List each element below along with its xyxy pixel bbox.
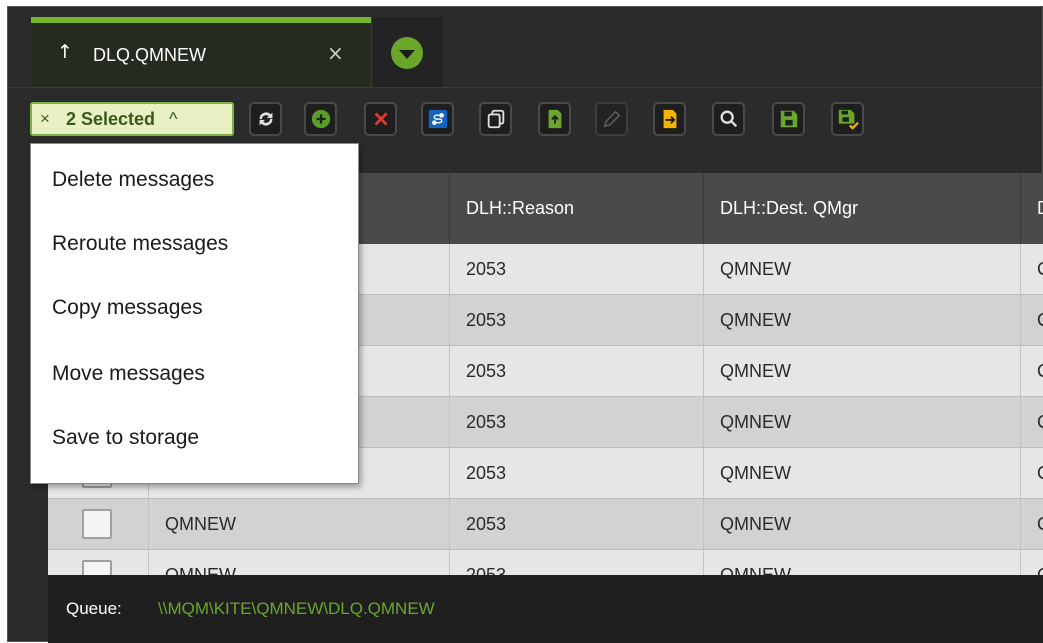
save-all-icon	[838, 109, 859, 130]
save-icon	[780, 110, 797, 128]
table-row[interactable]: QMNEW 2053 QMNEW C	[48, 550, 1043, 575]
menu-item-save-to-storage[interactable]: Save to storage	[31, 408, 358, 468]
cell-reason: 2053	[449, 550, 703, 575]
reroute-button[interactable]	[421, 102, 454, 136]
cell-dest: QMNEW	[703, 346, 1020, 396]
queue-label: Queue:	[66, 599, 122, 618]
chevron-down-icon	[391, 37, 423, 69]
export-icon	[548, 109, 561, 129]
cell-dest: QMNEW	[703, 448, 1020, 498]
refresh-button[interactable]	[249, 102, 282, 136]
row-checkbox[interactable]	[82, 560, 112, 575]
cell-dest: QMNEW	[703, 550, 1020, 575]
delete-icon	[374, 112, 387, 126]
tab-menu-button[interactable]	[371, 17, 443, 87]
copy-button[interactable]	[479, 102, 512, 136]
cell-reason: 2053	[449, 499, 703, 549]
cell-next: C	[1020, 244, 1043, 294]
cell-next: C	[1020, 397, 1043, 447]
status-footer: Queue: \\MQM\KITE\QMNEW\DLQ.QMNEW	[48, 575, 1043, 643]
cell-next: C	[1020, 550, 1043, 575]
save-all-button[interactable]	[831, 102, 864, 136]
edit-icon	[603, 110, 620, 128]
cell-next: C	[1020, 499, 1043, 549]
up-arrow-icon: ↑	[57, 41, 73, 63]
cell-next: C	[1020, 448, 1043, 498]
selection-button[interactable]: × 2 Selected ^	[30, 102, 234, 136]
header-next[interactable]: D	[1020, 173, 1043, 244]
selection-label: 2 Selected	[65, 108, 155, 129]
app-window: ↑ DLQ.QMNEW × × 2 Selected ^ DLH::Reason…	[7, 6, 1043, 643]
queue-path: \\MQM\KITE\QMNEW\DLQ.QMNEW	[158, 599, 435, 618]
add-button[interactable]	[304, 102, 337, 136]
cell-reason: 2053	[449, 397, 703, 447]
selection-menu: Delete messages Reroute messages Copy me…	[30, 143, 359, 484]
cell-reason: 2053	[449, 244, 703, 294]
tab-bar: ↑ DLQ.QMNEW ×	[8, 7, 1042, 87]
header-dlh-reason[interactable]: DLH::Reason	[449, 173, 703, 244]
cell-dest: QMNEW	[703, 295, 1020, 345]
cell-next: C	[1020, 346, 1043, 396]
save-button[interactable]	[772, 102, 805, 136]
clear-selection-icon[interactable]: ×	[40, 109, 50, 129]
export-button[interactable]	[538, 102, 571, 136]
cell-reason: 2053	[449, 346, 703, 396]
cell-dest: QMNEW	[703, 499, 1020, 549]
search-button[interactable]	[712, 102, 745, 136]
search-icon	[720, 110, 737, 128]
add-icon	[311, 109, 330, 129]
copy-icon	[487, 109, 504, 129]
menu-item-reroute-messages[interactable]: Reroute messages	[31, 214, 358, 274]
menu-item-move-messages[interactable]: Move messages	[31, 344, 358, 404]
import-icon	[663, 109, 676, 129]
cell-dest: QMNEW	[703, 244, 1020, 294]
menu-item-delete-messages[interactable]: Delete messages	[31, 150, 358, 210]
header-dlh-dest-qmgr[interactable]: DLH::Dest. QMgr	[703, 173, 1020, 244]
cell-col1: QMNEW	[148, 550, 449, 575]
import-button[interactable]	[653, 102, 686, 136]
menu-item-copy-messages[interactable]: Copy messages	[31, 278, 358, 338]
edit-button[interactable]	[595, 102, 628, 136]
row-checkbox[interactable]	[82, 509, 112, 539]
cell-dest: QMNEW	[703, 397, 1020, 447]
cell-col1: QMNEW	[148, 499, 449, 549]
chevron-up-icon: ^	[169, 108, 178, 129]
refresh-icon	[259, 112, 272, 126]
tab-title: DLQ.QMNEW	[93, 45, 207, 65]
cell-reason: 2053	[449, 448, 703, 498]
tab-dlq-qmnew[interactable]: ↑ DLQ.QMNEW ×	[31, 17, 371, 87]
delete-button[interactable]	[364, 102, 397, 136]
reroute-icon	[428, 109, 447, 129]
cell-next: C	[1020, 295, 1043, 345]
table-row[interactable]: QMNEW 2053 QMNEW C	[48, 499, 1043, 550]
cell-reason: 2053	[449, 295, 703, 345]
close-icon[interactable]: ×	[327, 41, 344, 65]
